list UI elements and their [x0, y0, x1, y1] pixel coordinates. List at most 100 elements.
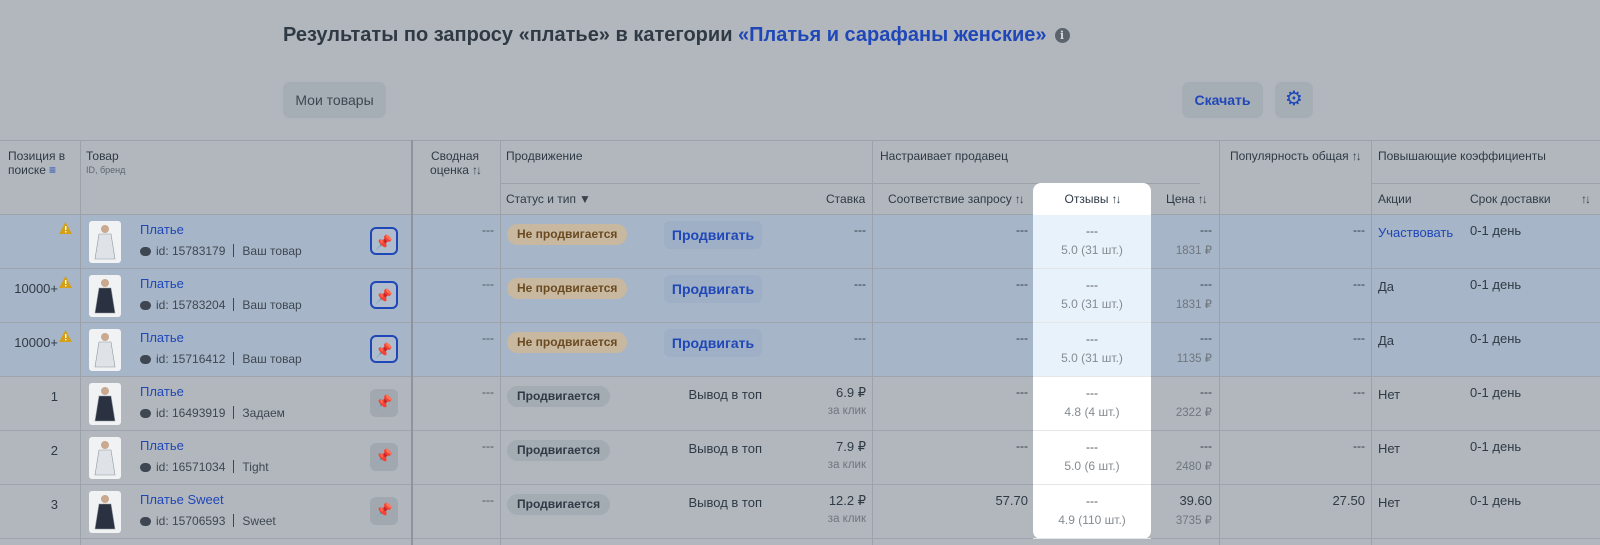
reviews-score: ---: [1086, 494, 1098, 508]
product-name-link[interactable]: Платье Sweet: [140, 492, 224, 507]
chat-icon: [140, 409, 151, 418]
product-id-brand: id: 16571034 Tight: [140, 460, 269, 474]
promotion-type: Вывод в топ: [688, 441, 762, 456]
reviews-value: 4.8 (4 шт.): [1064, 405, 1120, 419]
warning-icon[interactable]: [59, 222, 72, 234]
pin-button[interactable]: 📌: [370, 227, 398, 255]
sort-icon[interactable]: ↑↓: [1581, 192, 1591, 206]
sort-icon[interactable]: ↑↓: [472, 163, 482, 177]
product-thumbnail[interactable]: [89, 437, 121, 479]
col-boost: Повышающие коэффициенты: [1378, 149, 1546, 163]
bid-value: ---: [854, 277, 866, 291]
pin-button[interactable]: 📌: [370, 443, 398, 471]
promote-button[interactable]: Продвигать: [664, 329, 762, 357]
bid-value: 6.9 ₽: [836, 385, 866, 400]
sort-icon[interactable]: ↑↓: [1198, 192, 1208, 206]
sort-icon[interactable]: ↑↓: [1015, 192, 1025, 206]
bid-value: 7.9 ₽: [836, 439, 866, 454]
chat-icon: [140, 301, 151, 310]
settings-button[interactable]: ⚙: [1275, 82, 1313, 118]
price-score: ---: [1200, 331, 1212, 345]
download-button[interactable]: Скачать: [1182, 82, 1263, 118]
promote-button[interactable]: Продвигать: [664, 275, 762, 303]
col-rating[interactable]: Сводная оценка ↑↓: [418, 149, 492, 177]
reviews-value: 5.0 (31 шт.): [1061, 243, 1123, 257]
rating-value: ---: [482, 439, 494, 453]
table-row[interactable]: 10000+ Платье id: 15716412 Ваш товар 📌 --- Не …: [0, 323, 1600, 377]
col-relevance[interactable]: Соответствие запросу ↑↓: [888, 192, 1025, 206]
promote-button[interactable]: Продвигать: [664, 221, 762, 249]
warning-icon[interactable]: [59, 330, 72, 342]
status-badge: Не продвигается: [507, 278, 628, 299]
relevance-value: ---: [1016, 385, 1028, 399]
product-name-link[interactable]: Платье: [140, 276, 184, 291]
price-value: 2322 ₽: [1175, 407, 1212, 419]
product-thumbnail[interactable]: [89, 383, 121, 425]
product-thumbnail[interactable]: [89, 275, 121, 317]
table-row[interactable]: 10000+ Платье id: 15783204 Ваш товар 📌 --- Не …: [0, 269, 1600, 323]
col-status-type[interactable]: Статус и тип ▼: [506, 192, 591, 206]
title-category[interactable]: «Платья и сарафаны женские»: [738, 24, 1046, 46]
col-price[interactable]: Цена ↑↓: [1166, 192, 1208, 206]
col-reviews[interactable]: Отзывы ↑↓: [1033, 192, 1151, 206]
delivery-value: 0-1 день: [1470, 223, 1522, 238]
product-name-link[interactable]: Платье: [140, 222, 184, 237]
sort-icon[interactable]: ↑↓: [1111, 192, 1121, 206]
delivery-value: 0-1 день: [1470, 331, 1522, 346]
reviews-score: ---: [1086, 332, 1098, 346]
rating-value: ---: [482, 385, 494, 399]
filter-icon[interactable]: ▼: [579, 192, 591, 206]
product-id-brand: id: 15783179 Ваш товар: [140, 244, 302, 258]
product-thumbnail[interactable]: [89, 329, 121, 371]
reviews-value: 5.0 (6 шт.): [1064, 459, 1120, 473]
relevance-value: 57.70: [995, 493, 1028, 508]
bid-unit: за клик: [827, 459, 866, 471]
pin-button[interactable]: 📌: [370, 281, 398, 309]
table-row[interactable]: 1 Платье id: 16493919 Задаем 📌 --- Продвигаетс…: [0, 377, 1600, 431]
divider-thick: [411, 140, 413, 545]
info-icon[interactable]: i: [1054, 28, 1070, 43]
reviews-score: ---: [1086, 440, 1098, 454]
reviews-cell: --- 4.8 (4 шт.): [1033, 377, 1151, 431]
col-popularity[interactable]: Популярность общая ↑↓: [1230, 149, 1362, 163]
table-row[interactable]: 2 Платье id: 16571034 Tight 📌 --- Продвигается…: [0, 431, 1600, 485]
price-value: 3735 ₽: [1175, 515, 1212, 527]
product-id-brand: id: 15716412 Ваш товар: [140, 352, 302, 366]
table-row[interactable]: 3 Платье Sweet id: 15706593 Sweet 📌 --- Продви…: [0, 485, 1600, 539]
promos-value: Нет: [1378, 441, 1401, 456]
price-score: ---: [1200, 277, 1212, 291]
delivery-value: 0-1 день: [1470, 493, 1522, 508]
table-row[interactable]: Платье id: 15783179 Ваш товар 📌 --- Не продви…: [0, 215, 1600, 269]
price-score: ---: [1200, 439, 1212, 453]
pin-icon: 📌: [375, 394, 393, 410]
warning-icon[interactable]: [59, 276, 72, 288]
reviews-cell: --- 5.0 (6 шт.): [1033, 431, 1151, 485]
reviews-cell: --- 5.0 (31 шт.): [1033, 269, 1151, 323]
product-name-link[interactable]: Платье: [140, 438, 184, 453]
sort-active-icon[interactable]: ≡: [49, 163, 56, 177]
price-score: ---: [1200, 223, 1212, 237]
divider: [80, 140, 81, 545]
participate-link[interactable]: Участвовать: [1378, 225, 1453, 240]
status-badge: Не продвигается: [507, 224, 628, 245]
pin-button[interactable]: 📌: [370, 389, 398, 417]
reviews-score: ---: [1086, 386, 1098, 400]
popularity-value: ---: [1353, 223, 1365, 237]
bid-value: ---: [854, 223, 866, 237]
my-products-button[interactable]: Мои товары: [283, 82, 386, 118]
pin-button[interactable]: 📌: [370, 497, 398, 525]
status-badge: Продвигается: [507, 440, 611, 461]
pin-icon: 📌: [375, 502, 393, 518]
col-delivery-sort[interactable]: ↑↓: [1578, 192, 1591, 206]
product-name-link[interactable]: Платье: [140, 384, 184, 399]
product-thumbnail[interactable]: [89, 221, 121, 263]
reviews-score: ---: [1086, 224, 1098, 238]
product-thumbnail[interactable]: [89, 491, 121, 533]
sort-icon[interactable]: ↑↓: [1352, 149, 1362, 163]
promos-value: Да: [1378, 279, 1395, 294]
product-name-link[interactable]: Платье: [140, 330, 184, 345]
rating-value: ---: [482, 331, 494, 345]
pin-button[interactable]: 📌: [370, 335, 398, 363]
position-value: 10000+: [14, 281, 58, 296]
col-position[interactable]: Позиция в поиске ≡: [8, 149, 78, 177]
